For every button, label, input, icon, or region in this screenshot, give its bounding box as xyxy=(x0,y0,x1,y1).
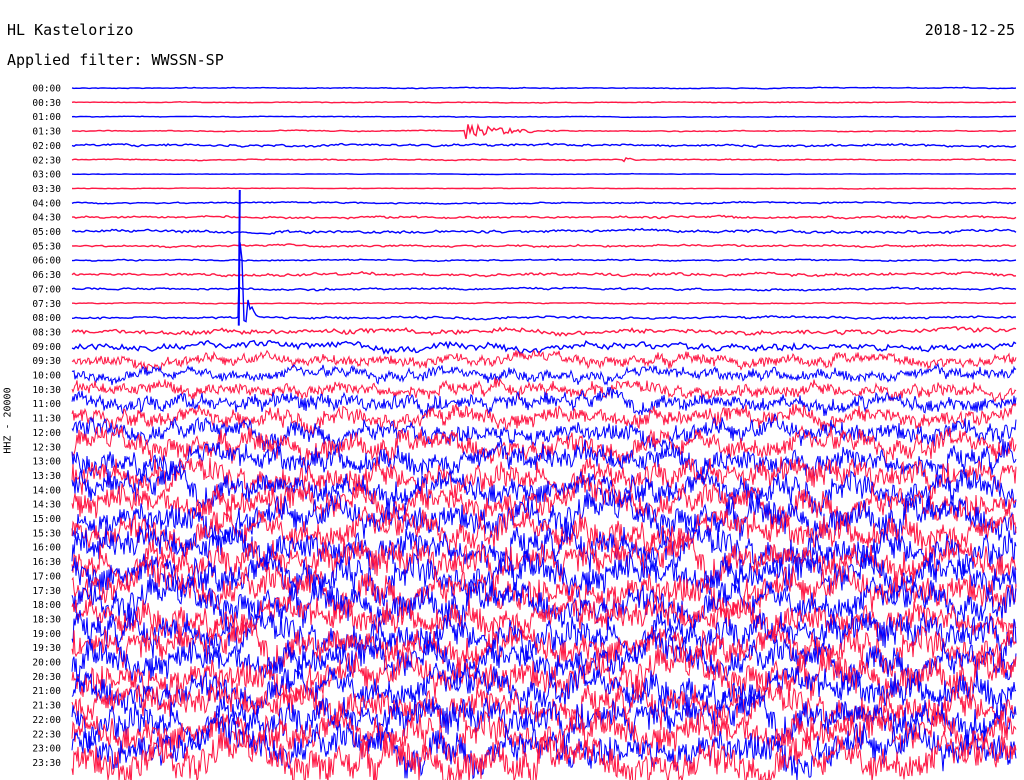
time-tick-label: 00:00 xyxy=(32,84,61,95)
time-tick-label: 19:30 xyxy=(32,643,61,654)
time-tick-label: 01:00 xyxy=(32,112,61,123)
time-tick-label: 22:30 xyxy=(32,729,61,740)
time-tick-label: 12:30 xyxy=(32,442,61,453)
trace-line xyxy=(71,156,1017,163)
trace-line xyxy=(72,258,1017,263)
trace-line xyxy=(71,242,1017,323)
time-tick-label: 02:30 xyxy=(32,155,61,166)
time-tick-label: 01:30 xyxy=(32,127,61,138)
trace-line xyxy=(72,301,1017,305)
time-tick-label: 05:30 xyxy=(32,241,61,252)
time-tick-label: 12:00 xyxy=(32,428,61,439)
trace-line xyxy=(71,200,1017,205)
trace-line xyxy=(71,349,1017,372)
trace-line xyxy=(71,123,1017,140)
time-tick-label: 16:30 xyxy=(32,557,61,568)
time-tick-label: 06:00 xyxy=(32,256,61,267)
time-tick-label: 21:30 xyxy=(32,701,61,712)
time-tick-label: 18:30 xyxy=(32,614,61,625)
time-tick-label: 14:00 xyxy=(32,485,61,496)
time-tick-label: 20:30 xyxy=(32,672,61,683)
trace-line xyxy=(71,187,1017,190)
time-tick-label: 03:30 xyxy=(32,184,61,195)
time-tick-label: 16:00 xyxy=(32,543,61,554)
time-tick-label: 17:00 xyxy=(32,571,61,582)
time-tick-label: 06:30 xyxy=(32,270,61,281)
time-tick-label: 03:00 xyxy=(32,170,61,181)
trace-line xyxy=(71,86,1017,90)
time-tick-label: 23:00 xyxy=(32,744,61,755)
trace-line xyxy=(71,339,1017,355)
trace-line xyxy=(71,100,1017,104)
time-tick-label: 18:00 xyxy=(32,600,61,611)
time-tick-label: 23:30 xyxy=(32,758,61,769)
helicorder-plot: 00:00 00:30 01:00 01:30 02:00 02:30 03:00 03:30… xyxy=(32,84,1017,780)
time-tick-label: 14:30 xyxy=(32,500,61,511)
time-tick-label: 20:00 xyxy=(32,658,61,669)
trace-line xyxy=(71,270,1017,278)
trace-line xyxy=(71,362,1017,387)
trace-line xyxy=(71,142,1017,149)
time-tick-label: 09:30 xyxy=(32,356,61,367)
time-tick-labels: 00:00 00:30 01:00 01:30 02:00 02:30 03:00 03:30… xyxy=(32,84,61,769)
time-tick-label: 17:30 xyxy=(32,586,61,597)
time-tick-label: 05:00 xyxy=(32,227,61,238)
time-tick-label: 11:00 xyxy=(32,399,61,410)
trace-line xyxy=(71,172,1017,176)
trace-line xyxy=(71,286,1017,292)
trace-line xyxy=(71,326,1017,337)
time-tick-label: 09:00 xyxy=(32,342,61,353)
trace-line xyxy=(71,243,1017,249)
time-tick-label: 10:00 xyxy=(32,371,61,382)
time-tick-label: 08:30 xyxy=(32,327,61,338)
trace-line xyxy=(71,214,1017,220)
time-tick-label: 04:30 xyxy=(32,213,61,224)
time-tick-label: 19:00 xyxy=(32,629,61,640)
time-tick-label: 13:00 xyxy=(32,457,61,468)
time-tick-label: 04:00 xyxy=(32,198,61,209)
time-tick-label: 11:30 xyxy=(32,414,61,425)
time-tick-label: 10:30 xyxy=(32,385,61,396)
time-tick-label: 15:00 xyxy=(32,514,61,525)
time-tick-label: 15:30 xyxy=(32,528,61,539)
time-tick-label: 13:30 xyxy=(32,471,61,482)
seismic-traces xyxy=(71,86,1017,780)
trace-line xyxy=(71,115,1016,119)
time-tick-label: 07:00 xyxy=(32,284,61,295)
time-tick-label: 07:30 xyxy=(32,299,61,310)
event-spike xyxy=(237,189,241,326)
trace-line xyxy=(71,227,1017,235)
time-tick-label: 08:00 xyxy=(32,313,61,324)
time-tick-label: 22:00 xyxy=(32,715,61,726)
time-tick-label: 02:00 xyxy=(32,141,61,152)
time-tick-label: 00:30 xyxy=(32,98,61,109)
time-tick-label: 21:00 xyxy=(32,686,61,697)
